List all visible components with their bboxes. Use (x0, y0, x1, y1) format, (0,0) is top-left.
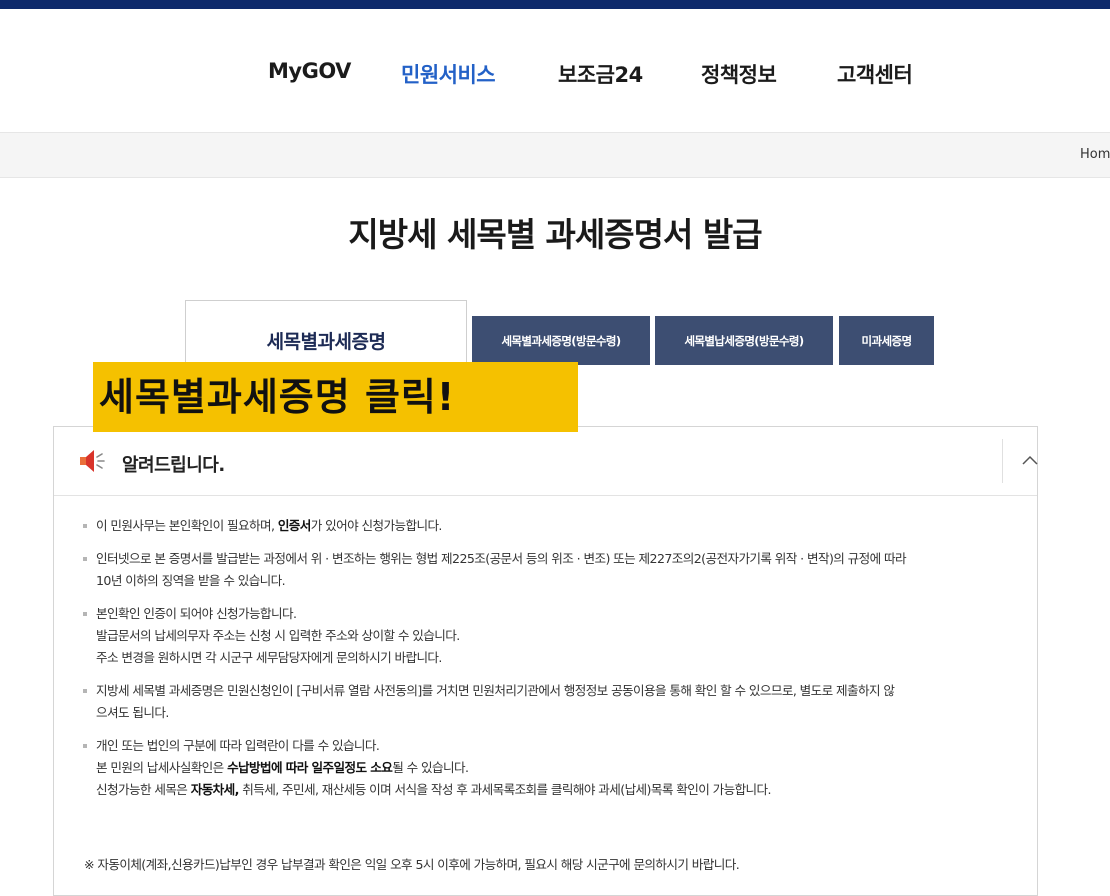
notice-text: 될 수 있습니다. (392, 760, 469, 775)
main-navigation: MyGOV 민원서비스 보조금24 정책정보 고객센터 (0, 9, 1110, 132)
notice-title: 알려드립니다. (122, 455, 225, 476)
notice-line: 신청가능한 세목은 자동차세, 취득세, 주민세, 재산세등 이며 서식을 작성… (96, 779, 1022, 801)
tab-non-taxation-certificate[interactable]: 미과세증명 (839, 316, 934, 365)
notice-emphasis: 수납방법에 따라 일주일정도 소요 (227, 760, 393, 775)
notice-text: 지방세 세목별 과세증명은 민원신청인이 [구비서류 열람 사전동의]를 거치면… (96, 683, 895, 698)
top-bar (0, 0, 1110, 9)
notice-footnote: ※ 자동이체(계좌,신용카드)납부인 경우 납부결과 확인은 익일 오후 5시 … (84, 857, 740, 872)
notice-text: 이 민원사무는 본인확인이 필요하며, (96, 518, 278, 533)
nav-item-policy[interactable]: 정책정보 (701, 59, 777, 89)
notice-text: 발급문서의 납세의무자 주소는 신청 시 입력한 주소와 상이할 수 있습니다. (96, 628, 460, 643)
notice-text: 으셔도 됩니다. (96, 705, 169, 720)
notice-text: 본인확인 인증이 되어야 신청가능합니다. (96, 606, 297, 621)
notice-line: 발급문서의 납세의무자 주소는 신청 시 입력한 주소와 상이할 수 있습니다. (96, 625, 1022, 647)
notice-item: 개인 또는 법인의 구분에 따라 입력란이 다를 수 있습니다. 본 민원의 납세… (82, 735, 1022, 801)
notice-item: 이 민원사무는 본인확인이 필요하며, 인증서가 있어야 신청가능합니다. (82, 515, 1022, 537)
notice-line: 인터넷으로 본 증명서를 발급받는 과정에서 위 · 변조하는 행위는 형법 제… (96, 548, 1022, 570)
notice-line: 이 민원사무는 본인확인이 필요하며, 인증서가 있어야 신청가능합니다. (96, 515, 1022, 537)
nav-item-customer-center[interactable]: 고객센터 (837, 59, 913, 89)
chevron-up-icon[interactable] (1016, 449, 1044, 473)
megaphone-icon (77, 447, 107, 475)
breadcrumb-home-link[interactable]: Hom (1080, 147, 1110, 162)
notice-emphasis: 자동차세, (190, 782, 240, 797)
notice-line: 10년 이하의 징역을 받을 수 있습니다. (96, 570, 1022, 592)
notice-item: 지방세 세목별 과세증명은 민원신청인이 [구비서류 열람 사전동의]를 거치면… (82, 680, 1022, 724)
notice-line: 으셔도 됩니다. (96, 702, 1022, 724)
nav-item-mygov[interactable]: MyGOV (268, 59, 351, 83)
divider (1002, 439, 1003, 483)
notice-line: 지방세 세목별 과세증명은 민원신청인이 [구비서류 열람 사전동의]를 거치면… (96, 680, 1022, 702)
instruction-callout: 세목별과세증명 클릭! (93, 362, 578, 432)
breadcrumb: Hom (0, 132, 1110, 178)
notice-line: 주소 변경을 원하시면 각 시군구 세무담당자에게 문의하시기 바랍니다. (96, 647, 1022, 669)
page-title: 지방세 세목별 과세증명서 발급 (348, 215, 762, 254)
notice-text: 인터넷으로 본 증명서를 발급받는 과정에서 위 · 변조하는 행위는 형법 제… (96, 551, 907, 566)
notice-text: 신청가능한 세목은 (96, 782, 191, 797)
notice-panel: 알려드립니다. 이 민원사무는 본인확인이 필요하며, 인증서가 있어야 신청가… (53, 426, 1038, 896)
notice-text: 가 있어야 신청가능합니다. (310, 518, 443, 533)
notice-item: 인터넷으로 본 증명서를 발급받는 과정에서 위 · 변조하는 행위는 형법 제… (82, 548, 1022, 592)
nav-item-civil-service[interactable]: 민원서비스 (401, 59, 496, 89)
notice-line: 본인확인 인증이 되어야 신청가능합니다. (96, 603, 1022, 625)
notice-text: 개인 또는 법인의 구분에 따라 입력란이 다를 수 있습니다. (96, 738, 380, 753)
tab-tax-certificate-visit[interactable]: 세목별과세증명(방문수령) (472, 316, 650, 365)
notice-header[interactable]: 알려드립니다. (54, 427, 1038, 496)
notice-item: 본인확인 인증이 되어야 신청가능합니다. 발급문서의 납세의무자 주소는 신청 … (82, 603, 1022, 669)
tab-payment-certificate-visit[interactable]: 세목별납세증명(방문수령) (655, 316, 833, 365)
notice-line: 개인 또는 법인의 구분에 따라 입력란이 다를 수 있습니다. (96, 735, 1022, 757)
notice-list: 이 민원사무는 본인확인이 필요하며, 인증서가 있어야 신청가능합니다. 인터넷… (82, 515, 1022, 812)
notice-text: 주소 변경을 원하시면 각 시군구 세무담당자에게 문의하시기 바랍니다. (96, 650, 442, 665)
notice-text: 10년 이하의 징역을 받을 수 있습니다. (96, 573, 286, 588)
nav-item-subsidy[interactable]: 보조금24 (558, 59, 643, 89)
notice-text: 본 민원의 납세사실확인은 (96, 760, 228, 775)
notice-text: 취득세, 주민세, 재산세등 이며 서식을 작성 후 과세목록조회를 클릭해야 … (238, 782, 771, 797)
notice-line: 본 민원의 납세사실확인은 수납방법에 따라 일주일정도 소요될 수 있습니다. (96, 757, 1022, 779)
notice-emphasis: 인증서 (277, 518, 312, 533)
